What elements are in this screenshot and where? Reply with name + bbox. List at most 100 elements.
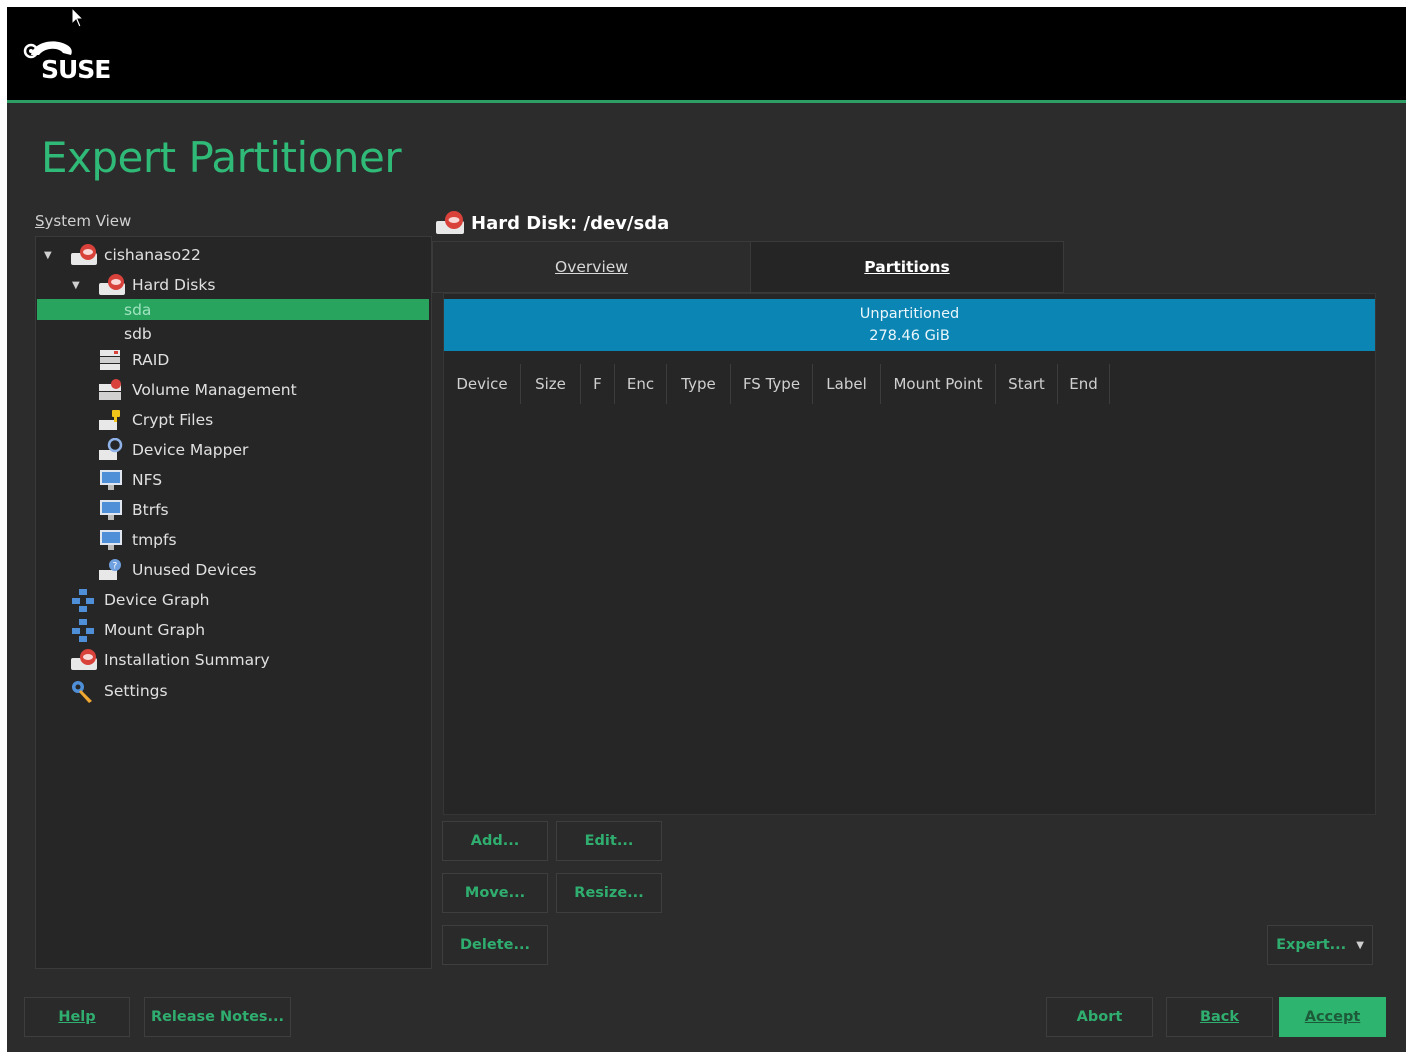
tab-partitions[interactable]: Partitions <box>750 241 1064 293</box>
disk-usage-bar[interactable]: Unpartitioned 278.46 GiB <box>444 299 1375 351</box>
accept-button[interactable]: Accept <box>1279 997 1386 1037</box>
harddisk-icon <box>98 273 125 297</box>
column-header[interactable]: Size <box>521 364 581 404</box>
tab-label: Partitions <box>864 258 950 276</box>
mouse-cursor-icon <box>71 7 85 28</box>
release-notes-button[interactable]: Release Notes... <box>144 997 291 1037</box>
system-view-tree[interactable]: ▼ cishanaso22 ▼ Hard Disks sda sdb RAID <box>35 236 432 969</box>
lvm-icon <box>98 378 124 402</box>
column-header[interactable]: Label <box>813 364 881 404</box>
expert-menu-button[interactable]: Expert... ▼ <box>1267 925 1373 965</box>
tree-item-label: RAID <box>132 351 170 369</box>
tab-label: Overview <box>555 258 628 276</box>
column-header[interactable]: Start <box>996 364 1058 404</box>
tree-item-tmpfs[interactable]: tmpfs <box>98 527 177 553</box>
abort-button[interactable]: Abort <box>1046 997 1153 1037</box>
partitions-panel: Unpartitioned 278.46 GiB Device Size F E… <box>443 293 1376 815</box>
column-header[interactable]: F <box>581 364 615 404</box>
help-button[interactable]: Help <box>24 997 130 1037</box>
tree-item-label: Mount Graph <box>104 621 206 639</box>
svg-text:?: ? <box>113 562 118 572</box>
column-header[interactable]: Device <box>444 364 521 404</box>
delete-partition-button[interactable]: Delete... <box>442 925 548 965</box>
tree-item-sda[interactable]: sda <box>124 297 151 323</box>
harddisk-icon <box>70 648 97 672</box>
disk-bar-label: Unpartitioned <box>859 306 960 322</box>
tree-item-host[interactable]: ▼ cishanaso22 <box>44 242 201 268</box>
tree-item-unused-devices[interactable]: ? Unused Devices <box>98 557 256 583</box>
tree-item-hard-disks[interactable]: ▼ Hard Disks <box>72 272 215 298</box>
tree-item-label: Installation Summary <box>104 651 270 669</box>
column-header[interactable]: Enc <box>615 364 667 404</box>
disk-title-text: Hard Disk: /dev/sda <box>471 212 670 234</box>
tree-item-mount-graph[interactable]: Mount Graph <box>70 617 205 643</box>
disk-title: Hard Disk: /dev/sda <box>435 210 669 236</box>
button-label: Move... <box>464 885 526 901</box>
button-label: Delete... <box>460 937 530 953</box>
column-header[interactable]: Mount Point <box>881 364 996 404</box>
unused-devices-icon: ? <box>98 558 124 582</box>
system-view-label: System View <box>35 212 132 230</box>
nfs-icon <box>98 468 124 492</box>
page-title: Expert Partitioner <box>41 133 402 182</box>
partitions-table-header: Device Size F Enc Type FS Type Label Mou… <box>444 364 1110 404</box>
installer-window: SUSE Expert Partitioner System View ▼ ci… <box>7 7 1406 1052</box>
column-header[interactable]: FS Type <box>731 364 813 404</box>
back-button[interactable]: Back <box>1166 997 1273 1037</box>
tree-item-settings[interactable]: Settings <box>70 678 168 704</box>
raid-icon <box>98 348 124 372</box>
harddisk-icon <box>70 243 97 267</box>
edit-partition-button[interactable]: Edit... <box>556 821 662 861</box>
button-label: Back <box>1199 1009 1240 1025</box>
tree-item-label: Volume Management <box>132 381 297 399</box>
device-mapper-icon <box>98 437 124 462</box>
tree-item-label: Settings <box>104 682 168 700</box>
harddisk-icon <box>435 210 465 236</box>
tree-item-label: tmpfs <box>132 531 177 549</box>
move-partition-button[interactable]: Move... <box>442 873 548 913</box>
button-label: Help <box>58 1009 96 1025</box>
button-label: Edit... <box>584 833 634 849</box>
tree-item-label: Device Mapper <box>132 441 249 459</box>
tree-item-label: sdb <box>124 325 152 343</box>
tree-item-crypt-files[interactable]: Crypt Files <box>98 407 213 433</box>
button-label: Add... <box>470 833 520 849</box>
top-bar: SUSE <box>7 7 1406 103</box>
tree-item-raid[interactable]: RAID <box>98 347 169 373</box>
tree-item-label: Device Graph <box>104 591 210 609</box>
tab-bar: Overview Partitions <box>432 241 1064 293</box>
chevron-down-icon: ▼ <box>1356 939 1364 951</box>
expand-arrow-icon[interactable]: ▼ <box>72 280 84 291</box>
graph-icon <box>70 618 96 642</box>
resize-partition-button[interactable]: Resize... <box>556 873 662 913</box>
tree-selection-highlight <box>37 299 429 320</box>
column-header[interactable]: End <box>1058 364 1110 404</box>
tree-item-sdb[interactable]: sdb <box>124 321 152 347</box>
logo-text: SUSE <box>41 55 111 84</box>
button-label: Resize... <box>574 885 644 901</box>
expand-arrow-icon[interactable]: ▼ <box>44 250 56 261</box>
tree-item-device-graph[interactable]: Device Graph <box>70 587 209 613</box>
tree-item-device-mapper[interactable]: Device Mapper <box>98 437 248 463</box>
button-label: Release Notes... <box>150 1009 285 1025</box>
wrench-icon <box>70 679 96 703</box>
disk-bar-size: 278.46 GiB <box>869 328 950 344</box>
graph-icon <box>70 588 96 612</box>
tree-item-nfs[interactable]: NFS <box>98 467 162 493</box>
tree-item-label: NFS <box>132 471 163 489</box>
tmpfs-icon <box>98 528 124 552</box>
tree-item-label: Unused Devices <box>132 561 257 579</box>
btrfs-icon <box>98 498 124 522</box>
tab-overview[interactable]: Overview <box>432 241 751 293</box>
tree-item-label: Hard Disks <box>132 276 216 294</box>
tree-item-label: cishanaso22 <box>104 246 201 264</box>
column-header[interactable]: Type <box>667 364 731 404</box>
suse-logo: SUSE <box>23 33 133 85</box>
tree-item-volume-management[interactable]: Volume Management <box>98 377 297 403</box>
tree-item-installation-summary[interactable]: Installation Summary <box>70 647 270 673</box>
button-label: Expert... <box>1276 937 1347 953</box>
add-partition-button[interactable]: Add... <box>442 821 548 861</box>
tree-item-btrfs[interactable]: Btrfs <box>98 497 169 523</box>
button-label: Accept <box>1304 1009 1361 1025</box>
crypt-icon <box>98 408 124 432</box>
